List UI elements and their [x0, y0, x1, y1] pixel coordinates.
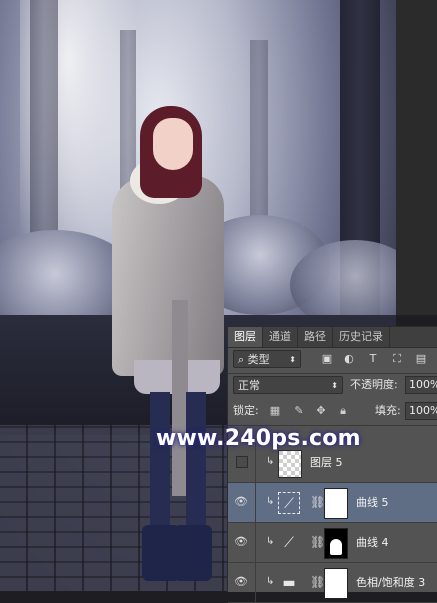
filter-kind-value: 类型	[247, 353, 270, 366]
opacity-label: 不透明度:	[350, 378, 398, 391]
layer-name[interactable]: 曲线 4	[356, 534, 389, 550]
lock-position-icon[interactable]: ✥	[314, 404, 328, 418]
fill-label: 填充:	[375, 404, 401, 417]
watermark-text: www.240ps.com	[156, 426, 361, 451]
blend-row: 正常 ⬍ 不透明度: 100%	[228, 375, 437, 397]
filter-kind-select[interactable]: ⌕ 类型 ⬍	[233, 350, 301, 368]
lock-row: 锁定: ▦ ✎ ✥ 🔒︎ 填充: 100%	[228, 401, 437, 423]
blend-mode-value: 正常	[238, 379, 260, 392]
layer-row-selected[interactable]: 👁︎ ↳ ⟋ ⛓︎ 曲线 5	[228, 483, 437, 523]
chevron-updown-icon: ⬍	[331, 381, 338, 390]
eye-icon[interactable]: 👁︎	[234, 496, 248, 508]
clipping-arrow-icon: ↳	[266, 536, 275, 547]
tab-paths[interactable]: 路径	[298, 327, 333, 347]
shape-filter-icon[interactable]: ⛶	[390, 352, 404, 366]
layer-name[interactable]: 图层 5	[310, 454, 343, 470]
curves-adjustment-icon: ⟋	[278, 492, 300, 514]
filter-row: ⌕ 类型 ⬍ ▣ ◐ T ⛶ ▤	[228, 349, 437, 371]
opacity-field[interactable]: 100%	[405, 376, 437, 394]
visibility-toggle[interactable]	[236, 456, 248, 468]
layers-panel: 图层 通道 路径 历史记录 ⌕ 类型 ⬍ ▣ ◐ T ⛶ ▤ 正常 ⬍ 不透明度…	[227, 326, 437, 603]
leg	[186, 392, 206, 532]
image-filter-icon[interactable]: ▣	[320, 352, 334, 366]
clipping-arrow-icon: ↳	[266, 576, 275, 587]
workspace-background	[396, 0, 437, 315]
divider	[228, 373, 437, 374]
lock-image-icon[interactable]: ✎	[292, 404, 306, 418]
divider	[255, 483, 256, 522]
layer-thumbnail	[278, 450, 302, 478]
link-icon[interactable]: ⛓︎	[310, 535, 325, 549]
eye-icon[interactable]: 👁︎	[234, 576, 248, 588]
chevron-updown-icon: ⬍	[289, 355, 296, 364]
leg	[150, 392, 170, 532]
lock-all-icon[interactable]: 🔒︎	[336, 404, 350, 418]
tab-history[interactable]: 历史记录	[333, 327, 390, 347]
tab-channels[interactable]: 通道	[263, 327, 298, 347]
clipping-arrow-icon: ↳	[266, 496, 275, 507]
link-icon[interactable]: ⛓︎	[310, 575, 325, 589]
link-icon[interactable]: ⛓︎	[310, 495, 325, 509]
search-icon: ⌕	[238, 353, 248, 366]
layer-mask-thumbnail[interactable]	[324, 528, 348, 559]
boot	[174, 525, 212, 581]
layer-name[interactable]: 曲线 5	[356, 494, 389, 510]
girl-coat	[112, 176, 224, 376]
divider	[255, 563, 256, 602]
curves-adjustment-icon: ⟋	[284, 535, 294, 551]
divider	[255, 523, 256, 562]
girl-face	[153, 118, 193, 170]
eye-icon[interactable]: 👁︎	[234, 536, 248, 548]
layer-row[interactable]: 👁︎ ↳ ⟋ ⛓︎ 曲线 4	[228, 523, 437, 563]
clipping-arrow-icon: ↳	[266, 456, 275, 467]
type-filter-icon[interactable]: T	[366, 352, 380, 366]
layer-mask-thumbnail[interactable]	[324, 568, 348, 599]
blend-mode-select[interactable]: 正常 ⬍	[233, 376, 343, 394]
layer-mask-thumbnail[interactable]	[324, 488, 348, 519]
panel-tabs: 图层 通道 路径 历史记录	[228, 327, 437, 348]
adjustment-filter-icon[interactable]: ◐	[342, 352, 356, 366]
lock-label: 锁定:	[233, 404, 259, 417]
layer-name[interactable]: 色相/饱和度 3	[356, 574, 425, 590]
layer-row[interactable]: 👁︎ ↳ ▬ ⛓︎ 色相/饱和度 3	[228, 563, 437, 603]
fill-field[interactable]: 100%	[405, 402, 437, 420]
tab-layers[interactable]: 图层	[228, 327, 263, 347]
lock-transparent-icon[interactable]: ▦	[268, 404, 282, 418]
smart-object-filter-icon[interactable]: ▤	[414, 352, 428, 366]
